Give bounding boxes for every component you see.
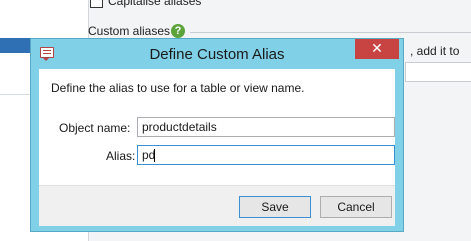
- text-caret: [154, 149, 155, 162]
- background-right-text: , add it to: [410, 44, 460, 58]
- capitalise-aliases-checkbox[interactable]: [90, 0, 103, 8]
- group-separator: [190, 32, 471, 33]
- background-selected-row[interactable]: [0, 38, 30, 53]
- object-name-label: Object name:: [59, 121, 131, 135]
- close-button[interactable]: ✕: [355, 39, 399, 59]
- instruction-text: Define the alias to use for a table or v…: [51, 81, 305, 95]
- background-right-field[interactable]: [405, 62, 471, 82]
- help-icon[interactable]: ?: [171, 24, 185, 38]
- save-button[interactable]: Save: [239, 196, 311, 218]
- dialog-titlebar[interactable]: Define Custom Alias ✕: [31, 39, 403, 69]
- cancel-button[interactable]: Cancel: [320, 196, 392, 218]
- dialog-content: Define the alias to use for a table or v…: [39, 69, 395, 226]
- dialog-button-bar: Save Cancel: [39, 185, 395, 226]
- define-custom-alias-dialog: Define Custom Alias ✕ Define the alias t…: [30, 38, 404, 232]
- custom-aliases-group-label: Custom aliases: [88, 24, 171, 38]
- alias-field[interactable]: [137, 145, 395, 165]
- capitalise-aliases-label: Capitalise aliases: [108, 0, 202, 8]
- object-name-field[interactable]: [137, 117, 395, 137]
- dialog-title: Define Custom Alias: [149, 46, 285, 63]
- alias-label: Alias:: [106, 149, 136, 163]
